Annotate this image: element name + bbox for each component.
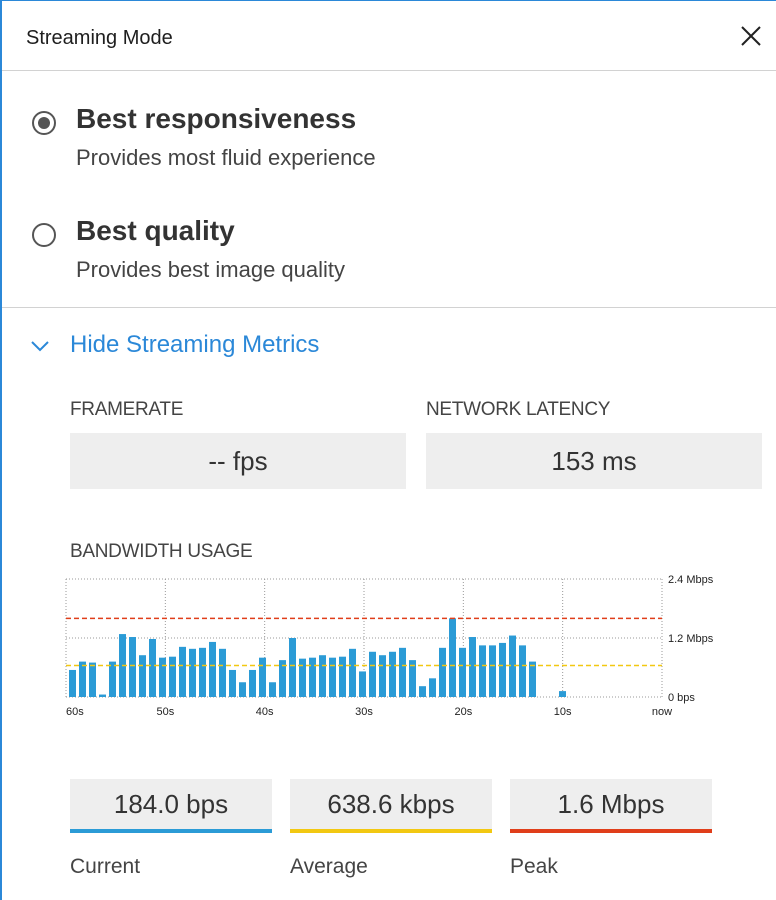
stat-average-value: 638.6 kbps	[290, 779, 492, 829]
stat-current-bar	[70, 829, 272, 833]
bandwidth-bar	[129, 637, 136, 697]
stat-peak-caption: Peak	[510, 855, 558, 878]
stat-peak-value: 1.6 Mbps	[510, 779, 712, 829]
bandwidth-bar	[269, 682, 276, 697]
bandwidth-bar	[389, 651, 396, 697]
bandwidth-bar	[229, 669, 236, 697]
option-title: Best quality	[76, 215, 235, 246]
bandwidth-bar	[69, 669, 76, 697]
bandwidth-bar	[299, 658, 306, 697]
bandwidth-bar	[209, 641, 216, 697]
stat-current-value: 184.0 bps	[70, 779, 272, 829]
title-bar: Streaming Mode	[2, 1, 776, 71]
x-tick-label: 50s	[156, 706, 174, 718]
bandwidth-bar	[529, 661, 536, 697]
bandwidth-bar	[109, 661, 116, 697]
bandwidth-bar	[439, 647, 446, 697]
framerate-value: -- fps	[70, 433, 406, 489]
bandwidth-bar	[79, 661, 86, 697]
stat-current-caption: Current	[70, 855, 141, 878]
stat-average: 638.6 kbps Average	[290, 779, 492, 879]
bandwidth-bar	[399, 647, 406, 697]
chevron-down-icon	[31, 341, 49, 352]
bandwidth-bar	[169, 656, 176, 697]
stat-current: 184.0 bps Current	[70, 779, 272, 879]
bandwidth-bar	[349, 648, 356, 697]
bandwidth-bar	[379, 655, 386, 697]
bandwidth-bar	[319, 655, 326, 697]
bandwidth-bar	[89, 662, 96, 697]
bandwidth-bar	[339, 656, 346, 697]
bandwidth-bar	[219, 648, 226, 697]
network-latency-value: 153 ms	[426, 433, 762, 489]
section-divider	[2, 307, 776, 308]
y-tick-label: 1.2 Mbps	[668, 633, 714, 645]
stat-peak: 1.6 Mbps Peak	[510, 779, 712, 879]
bandwidth-bar	[329, 657, 336, 697]
close-icon	[741, 26, 761, 46]
streaming-mode-panel: Streaming Mode Best responsiveness Provi…	[0, 0, 776, 900]
bandwidth-bar	[189, 648, 196, 697]
bandwidth-bar	[239, 682, 246, 697]
bandwidth-bar	[139, 655, 146, 697]
bandwidth-bar	[99, 694, 106, 697]
bandwidth-bar	[359, 671, 366, 697]
x-tick-label: 20s	[454, 706, 472, 718]
stat-average-bar	[290, 829, 492, 833]
bandwidth-bar	[479, 645, 486, 697]
option-description: Provides most fluid experience	[76, 145, 376, 170]
bandwidth-bar	[289, 638, 296, 697]
bandwidth-bar	[179, 646, 186, 697]
stat-average-caption: Average	[290, 855, 368, 878]
hide-metrics-label: Hide Streaming Metrics	[70, 331, 320, 358]
x-tick-label: 60s	[66, 706, 84, 718]
bandwidth-bar	[199, 647, 206, 697]
bandwidth-bar	[149, 638, 156, 697]
x-tick-label: 40s	[256, 706, 274, 718]
bandwidth-usage-label: BANDWIDTH USAGE	[70, 541, 253, 562]
bandwidth-chart: 2.4 Mbps 1.2 Mbps 0 bps 60s 50s 40s 30s 20s 10s n…	[65, 574, 714, 718]
bandwidth-bar	[259, 657, 266, 697]
bandwidth-bar	[459, 647, 466, 697]
radio-button[interactable]	[32, 223, 56, 247]
y-tick-label: 0 bps	[668, 692, 695, 704]
option-description: Provides best image quality	[76, 257, 346, 282]
y-tick-label: 2.4 Mbps	[668, 574, 714, 586]
bandwidth-bar	[519, 645, 526, 697]
radio-button[interactable]	[32, 111, 56, 135]
close-button[interactable]	[736, 21, 766, 51]
window-title: Streaming Mode	[26, 27, 173, 49]
bandwidth-bar	[489, 645, 496, 697]
bandwidth-bar	[249, 669, 256, 697]
network-latency-label: NETWORK LATENCY	[426, 399, 611, 420]
bandwidth-bar	[419, 686, 426, 697]
bandwidth-bar	[469, 637, 476, 697]
bandwidth-bar	[159, 657, 166, 697]
stat-peak-bar	[510, 829, 712, 833]
bandwidth-bar	[559, 691, 566, 697]
bandwidth-bar	[499, 642, 506, 697]
option-title: Best responsiveness	[76, 103, 357, 134]
bandwidth-bar	[449, 618, 456, 697]
bandwidth-bar	[369, 651, 376, 697]
x-tick-label: 30s	[355, 706, 373, 718]
x-tick-label: 10s	[554, 706, 572, 718]
x-tick-label: now	[652, 706, 672, 718]
framerate-label: FRAMERATE	[70, 399, 184, 420]
bandwidth-bar	[309, 657, 316, 697]
radio-selected-dot	[38, 117, 50, 129]
bandwidth-bar	[429, 678, 436, 697]
